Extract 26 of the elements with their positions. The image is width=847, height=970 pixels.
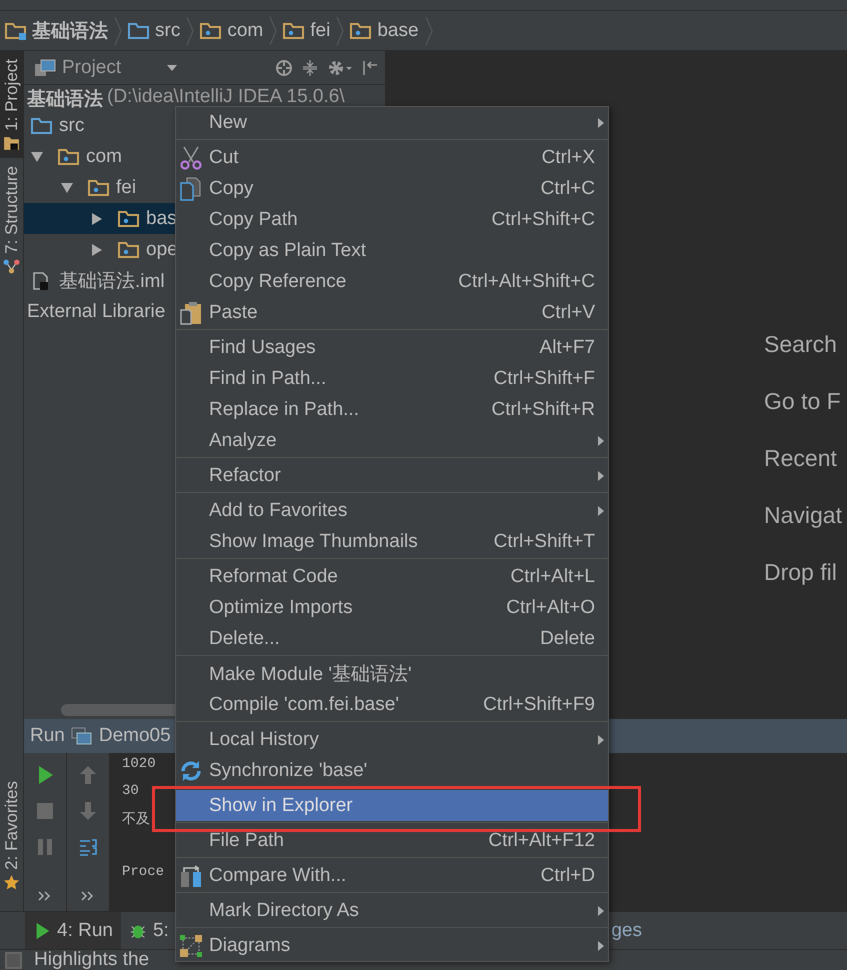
shortcut-label: Ctrl+C bbox=[540, 178, 595, 200]
shortcut-label: Ctrl+Alt+F12 bbox=[488, 830, 595, 852]
console-line: 不及 bbox=[122, 812, 150, 828]
shortcut-label: Delete bbox=[540, 628, 595, 650]
editor-hint: Recent bbox=[764, 444, 838, 473]
editor-hint: Drop fil bbox=[764, 558, 838, 587]
editor-hint: Search bbox=[764, 330, 838, 359]
shortcut-label: Ctrl+Shift+T bbox=[494, 530, 595, 552]
shortcut-label: Alt+F7 bbox=[540, 336, 595, 358]
shortcut-label: Ctrl+D bbox=[540, 864, 595, 886]
shortcut-label: Ctrl+X bbox=[542, 146, 595, 168]
shortcut-label: Ctrl+Shift+C bbox=[492, 208, 595, 230]
shortcut-label: Ctrl+V bbox=[542, 302, 595, 324]
console-line: 1020 bbox=[122, 756, 156, 772]
editor-hint: Navigat bbox=[764, 501, 843, 530]
run-title: Run bbox=[30, 725, 65, 747]
shortcut-label: Ctrl+Alt+O bbox=[506, 596, 595, 618]
shortcut-label: Ctrl+Alt+L bbox=[510, 566, 595, 588]
console-line: Proce bbox=[122, 864, 164, 880]
shortcut-label: Ctrl+Shift+F bbox=[494, 368, 595, 390]
status-text: Highlights the bbox=[34, 950, 150, 970]
shortcut-label: Ctrl+Shift+F9 bbox=[483, 694, 595, 716]
editor-hint: Go to F bbox=[764, 387, 842, 416]
console-line: 30 bbox=[122, 783, 139, 799]
shortcut-label: Ctrl+Alt+Shift+C bbox=[458, 270, 595, 292]
shortcut-label: Ctrl+Shift+R bbox=[492, 398, 595, 420]
